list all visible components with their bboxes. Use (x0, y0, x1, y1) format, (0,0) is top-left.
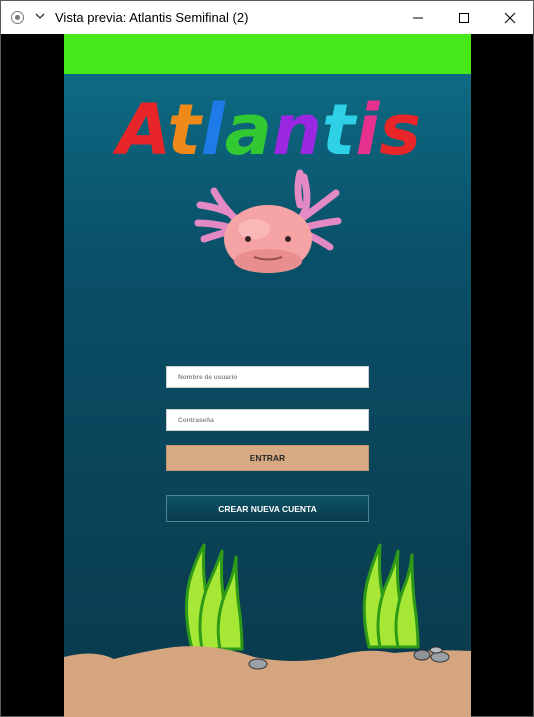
top-bar (64, 34, 471, 74)
logo-letter: s (379, 89, 421, 171)
pebble (413, 649, 431, 661)
enter-button[interactable]: ENTRAR (166, 445, 369, 471)
seaweed-left (184, 543, 244, 651)
logo-text: Atlantis (112, 89, 421, 171)
minimize-icon (413, 17, 423, 19)
logo-letter: t (322, 89, 358, 171)
username-input[interactable] (166, 366, 369, 388)
title-bar: Vista previa: Atlantis Semifinal (2) (1, 1, 533, 34)
window-title: Vista previa: Atlantis Semifinal (2) (55, 10, 249, 25)
maximize-icon (459, 13, 469, 23)
close-button[interactable] (487, 1, 533, 34)
logo-letter: n (272, 89, 322, 171)
pebble (430, 651, 450, 663)
app-icon[interactable] (11, 11, 24, 24)
chevron-down-icon[interactable] (34, 9, 46, 23)
axolotl-image (194, 169, 342, 273)
preview-window: Vista previa: Atlantis Semifinal (2) Atl… (0, 0, 534, 717)
logo-letter: t (167, 89, 203, 171)
pebble (248, 658, 268, 670)
app-viewport: Atlantis ENTRAR CREAR NUEVA CUENTA (64, 34, 471, 717)
logo-letter: i (355, 89, 380, 171)
close-icon (504, 12, 516, 24)
create-account-button[interactable]: CREAR NUEVA CUENTA (166, 495, 369, 522)
password-input[interactable] (166, 409, 369, 431)
logo-letter: A (112, 89, 167, 171)
seaweed-right (362, 543, 420, 649)
minimize-button[interactable] (395, 1, 441, 34)
atlantis-logo: Atlantis (112, 89, 421, 171)
sand (64, 646, 471, 717)
logo-letter: a (225, 89, 272, 171)
seabed-scene (64, 543, 471, 717)
pebble (429, 646, 443, 654)
maximize-button[interactable] (441, 1, 487, 34)
logo-letter: l (201, 89, 226, 171)
